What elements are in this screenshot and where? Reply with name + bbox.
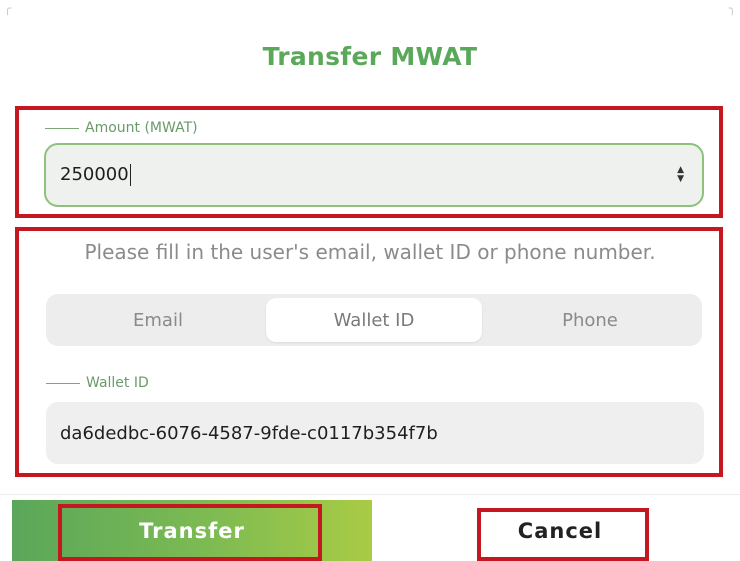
dialog-title: Transfer MWAT: [262, 42, 478, 71]
cancel-highlight-frame: [477, 508, 649, 561]
corner-mark-icon: ╮: [728, 1, 736, 15]
transfer-highlight-frame: [58, 504, 322, 561]
recipient-highlight-frame: [15, 227, 723, 477]
corner-mark-icon: ╭: [4, 1, 12, 15]
amount-highlight-frame: [15, 106, 723, 218]
footer-divider: [0, 494, 740, 495]
